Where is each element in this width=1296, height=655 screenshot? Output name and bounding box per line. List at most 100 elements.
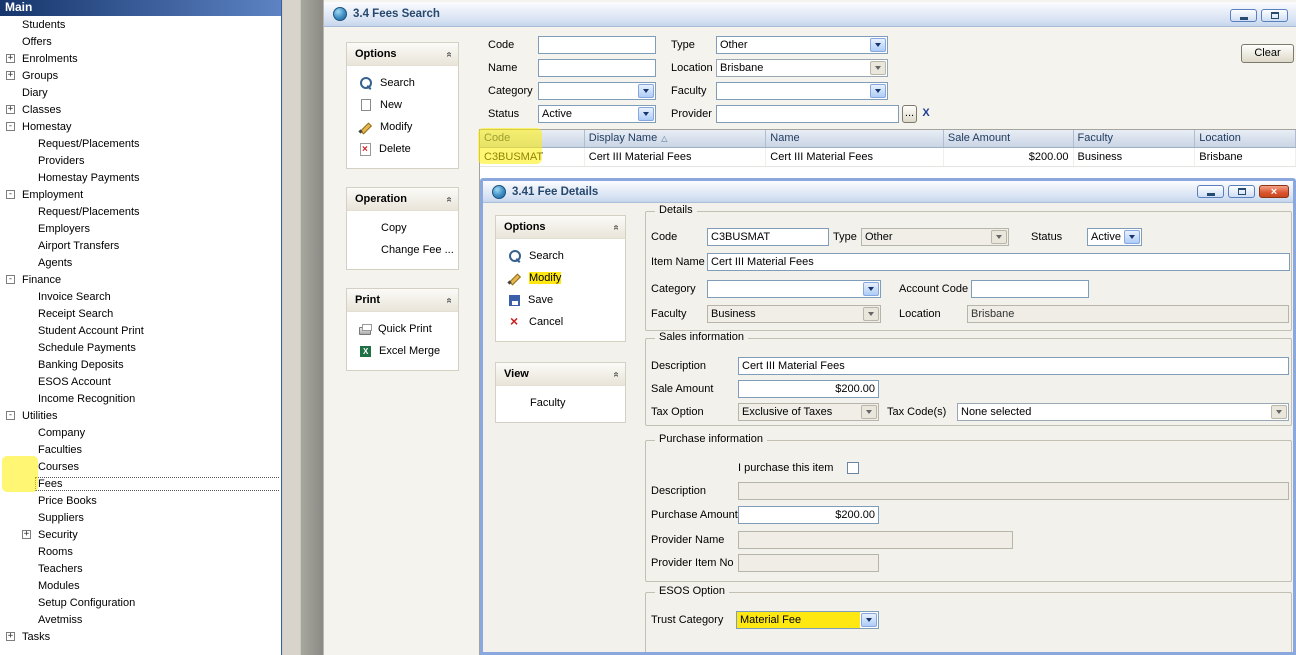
sidebar-item-courses[interactable]: Courses (0, 458, 280, 475)
category-select[interactable] (707, 280, 881, 298)
panel-item-delete[interactable]: Delete (347, 138, 458, 160)
collapse-chevron-icon[interactable] (611, 224, 622, 230)
purchase-description-input[interactable] (738, 482, 1289, 500)
panel-item-save[interactable]: Save (496, 289, 625, 311)
panel-item-excel-merge[interactable]: Excel Merge (347, 340, 458, 362)
dropdown-arrow-icon[interactable] (861, 405, 877, 419)
splitter-bar[interactable] (300, 0, 323, 655)
expand-toggle-icon[interactable]: - (6, 275, 15, 284)
sidebar-item-groups[interactable]: + Groups (0, 67, 280, 84)
sidebar-item-security[interactable]: + Security (0, 526, 280, 543)
provider-item-no-input[interactable] (738, 554, 879, 572)
faculty-select[interactable] (716, 82, 888, 100)
panel-item-faculty[interactable]: Faculty (496, 392, 625, 414)
sidebar-item-banking-deposits[interactable]: Banking Deposits (0, 356, 280, 373)
sidebar-item-enrolments[interactable]: + Enrolments (0, 50, 280, 67)
sidebar-item-receipt-search[interactable]: Receipt Search (0, 305, 280, 322)
sidebar-item-tasks[interactable]: + Tasks (0, 628, 280, 645)
task-panel-header[interactable]: Print (347, 289, 458, 312)
task-panel-header[interactable]: Options (496, 216, 625, 239)
sidebar-item-setup-configuration[interactable]: Setup Configuration (0, 594, 280, 611)
sidebar-item-income-recognition[interactable]: Income Recognition (0, 390, 280, 407)
sidebar-item-airport-transfers[interactable]: Airport Transfers (0, 237, 280, 254)
panel-item-new[interactable]: New (347, 94, 458, 116)
purchase-amount-input[interactable]: $200.00 (738, 506, 879, 524)
panel-item-search[interactable]: Search (496, 245, 625, 267)
sidebar-item-providers[interactable]: Providers (0, 152, 280, 169)
sidebar-item-utilities[interactable]: - Utilities (0, 407, 280, 424)
expand-toggle-icon[interactable]: - (6, 122, 15, 131)
grid-row[interactable]: C3BUSMATCert III Material FeesCert III M… (480, 148, 1296, 167)
maximize-button[interactable] (1261, 9, 1288, 22)
clear-button[interactable]: Clear (1241, 44, 1294, 63)
trust-category-select[interactable]: Material Fee (736, 611, 879, 629)
code-input[interactable]: C3BUSMAT (707, 228, 829, 246)
sidebar-item-students[interactable]: Students (0, 16, 280, 33)
sidebar-item-employers[interactable]: Employers (0, 220, 280, 237)
collapse-chevron-icon[interactable] (444, 297, 455, 303)
sale-amount-input[interactable]: $200.00 (738, 380, 879, 398)
panel-item-cancel[interactable]: Cancel (496, 311, 625, 333)
sidebar-item-teachers[interactable]: Teachers (0, 560, 280, 577)
grid-col-display-name[interactable]: Display Name (585, 130, 767, 147)
dropdown-arrow-icon[interactable] (638, 84, 654, 98)
account-code-input[interactable] (971, 280, 1089, 298)
dropdown-arrow-icon[interactable] (638, 107, 654, 121)
sidebar-item-finance[interactable]: - Finance (0, 271, 280, 288)
type-select[interactable]: Other (861, 228, 1009, 246)
provider-name-input[interactable] (738, 531, 1013, 549)
purchase-item-checkbox[interactable] (847, 462, 859, 474)
maximize-button[interactable] (1228, 185, 1255, 198)
dropdown-arrow-icon[interactable] (1124, 230, 1140, 244)
sidebar-item-faculties[interactable]: Faculties (0, 441, 280, 458)
status-select[interactable]: Active (538, 105, 656, 123)
minimize-button[interactable] (1197, 185, 1224, 198)
sidebar-item-schedule-payments[interactable]: Schedule Payments (0, 339, 280, 356)
task-panel-header[interactable]: Operation (347, 188, 458, 211)
type-select[interactable]: Other (716, 36, 888, 54)
sidebar-item-price-books[interactable]: Price Books (0, 492, 280, 509)
sidebar-item-request-placements[interactable]: Request/Placements (0, 135, 280, 152)
panel-item-copy[interactable]: Copy (347, 217, 458, 239)
status-select[interactable]: Active (1087, 228, 1142, 246)
location-input[interactable]: Brisbane (967, 305, 1289, 323)
sidebar-item-classes[interactable]: + Classes (0, 101, 280, 118)
provider-clear-button[interactable]: X (919, 105, 933, 123)
sidebar-item-student-account-print[interactable]: Student Account Print (0, 322, 280, 339)
expand-toggle-icon[interactable]: + (6, 54, 15, 63)
sidebar-item-offers[interactable]: Offers (0, 33, 280, 50)
sidebar-item-homestay-payments[interactable]: Homestay Payments (0, 169, 280, 186)
sidebar-item-company[interactable]: Company (0, 424, 280, 441)
name-input[interactable] (538, 59, 656, 77)
sidebar-item-suppliers[interactable]: Suppliers (0, 509, 280, 526)
grid-col-faculty[interactable]: Faculty (1074, 130, 1196, 147)
faculty-select[interactable]: Business (707, 305, 881, 323)
fee-details-titlebar[interactable]: 3.41 Fee Details (483, 181, 1293, 203)
dropdown-arrow-icon[interactable] (870, 38, 886, 52)
sidebar-item-employment[interactable]: - Employment (0, 186, 280, 203)
dropdown-arrow-icon[interactable] (1271, 405, 1287, 419)
dropdown-arrow-icon[interactable] (870, 61, 886, 75)
close-button[interactable] (1259, 185, 1289, 198)
sidebar-item-request-placements[interactable]: Request/Placements (0, 203, 280, 220)
sidebar-item-agents[interactable]: Agents (0, 254, 280, 271)
task-panel-header[interactable]: View (496, 363, 625, 386)
grid-col-location[interactable]: Location (1195, 130, 1296, 147)
code-input[interactable] (538, 36, 656, 54)
dropdown-arrow-icon[interactable] (991, 230, 1007, 244)
task-panel-header[interactable]: Options (347, 43, 458, 66)
dropdown-arrow-icon[interactable] (863, 282, 879, 296)
provider-lookup-button[interactable]: ... (902, 105, 917, 123)
panel-item-quick-print[interactable]: Quick Print (347, 318, 458, 340)
collapse-chevron-icon[interactable] (611, 371, 622, 377)
collapse-chevron-icon[interactable] (444, 51, 455, 57)
panel-item-modify[interactable]: Modify (347, 116, 458, 138)
sidebar-item-rooms[interactable]: Rooms (0, 543, 280, 560)
sidebar-item-avetmiss[interactable]: Avetmiss (0, 611, 280, 628)
sidebar-item-modules[interactable]: Modules (0, 577, 280, 594)
expand-toggle-icon[interactable]: + (22, 530, 31, 539)
category-select[interactable] (538, 82, 656, 100)
dropdown-arrow-icon[interactable] (870, 84, 886, 98)
sidebar-item-fees[interactable]: Fees (0, 475, 280, 492)
panel-item-change-fee[interactable]: Change Fee ... (347, 239, 458, 261)
